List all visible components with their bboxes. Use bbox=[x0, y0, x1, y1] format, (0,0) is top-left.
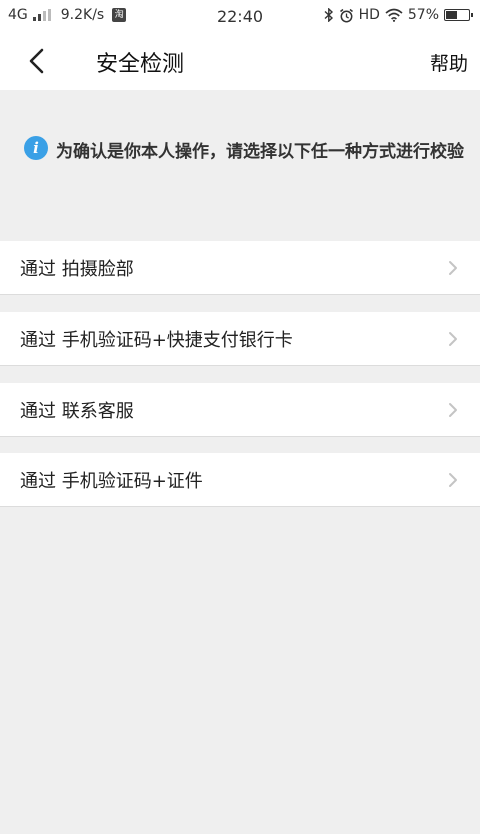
verification-notice: 为确认是你本人操作，请选择以下任一种方式进行校验 i bbox=[0, 90, 480, 240]
chevron-right-icon bbox=[449, 261, 457, 275]
option-sms-bank-card[interactable]: 通过 手机验证码+快捷支付银行卡 bbox=[0, 312, 480, 366]
option-label: 通过 手机验证码+证件 bbox=[20, 471, 203, 492]
back-button[interactable] bbox=[22, 44, 56, 78]
header: 安全检测 帮助 bbox=[0, 32, 480, 90]
option-contact-support[interactable]: 通过 联系客服 bbox=[0, 383, 480, 437]
status-bar: 4G 9.2K/s 淘 22:40 HD 57% bbox=[0, 0, 480, 32]
hd-indicator: HD bbox=[358, 7, 380, 23]
option-label: 通过 联系客服 bbox=[20, 401, 134, 422]
help-button[interactable]: 帮助 bbox=[430, 49, 468, 76]
bluetooth-icon bbox=[324, 8, 333, 22]
chevron-right-icon bbox=[449, 403, 457, 417]
option-sms-id-document[interactable]: 通过 手机验证码+证件 bbox=[0, 453, 480, 507]
option-label: 通过 手机验证码+快捷支付银行卡 bbox=[20, 330, 293, 351]
chevron-right-icon bbox=[449, 473, 457, 487]
alarm-icon bbox=[339, 8, 353, 22]
battery-percent: 57% bbox=[407, 7, 439, 23]
chevron-left-icon bbox=[29, 48, 44, 74]
battery-icon bbox=[444, 9, 473, 21]
page-title: 安全检测 bbox=[96, 52, 185, 77]
battery-level bbox=[446, 11, 457, 19]
notice-text: 为确认是你本人操作，请选择以下任一种方式进行校验 bbox=[56, 142, 464, 162]
chevron-right-icon bbox=[449, 332, 457, 346]
option-label: 通过 拍摄脸部 bbox=[20, 259, 134, 280]
option-face-scan[interactable]: 通过 拍摄脸部 bbox=[0, 241, 480, 295]
info-icon: i bbox=[24, 136, 48, 160]
wifi-icon bbox=[385, 8, 403, 22]
status-bar-right: HD 57% bbox=[324, 7, 473, 23]
